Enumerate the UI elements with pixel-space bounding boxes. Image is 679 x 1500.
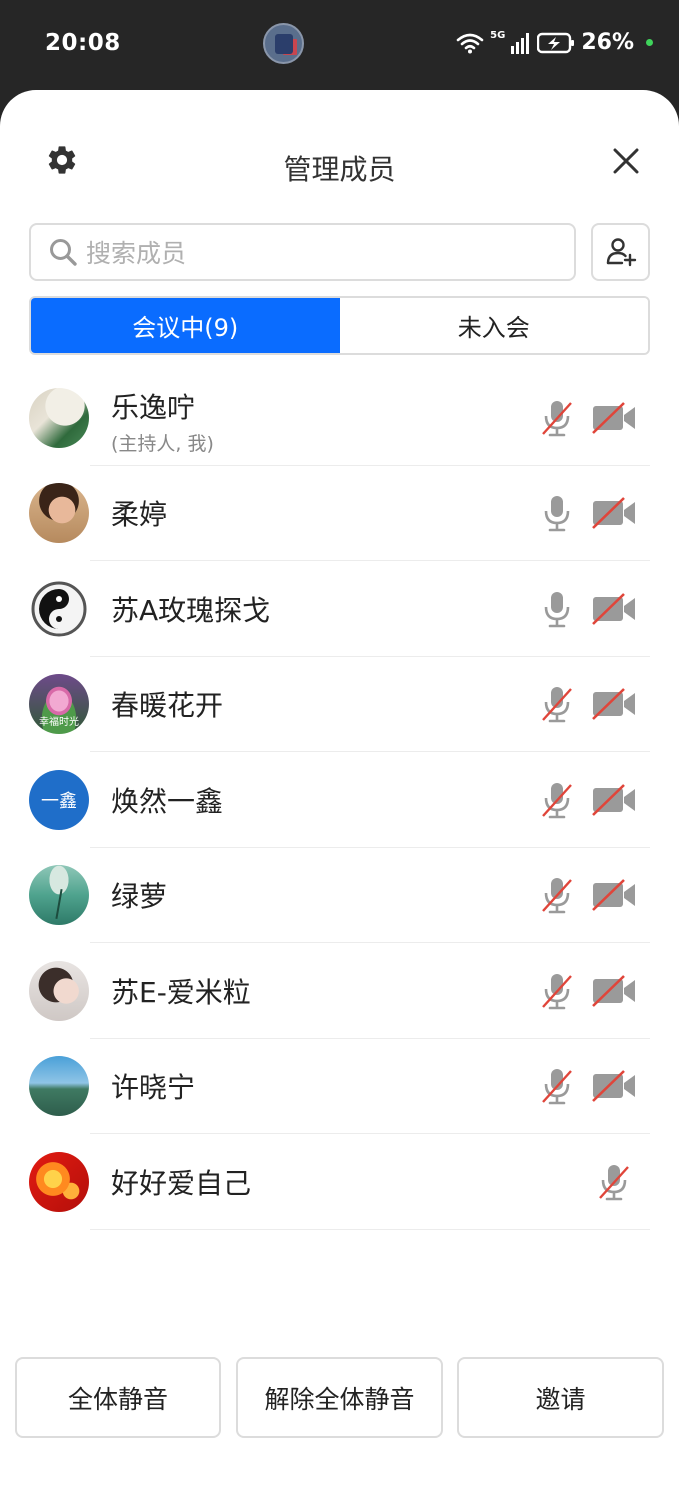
avatar: 幸福时光 [29,674,89,735]
mic-muted-icon[interactable] [538,780,576,820]
avatar [29,387,89,448]
mic-muted-icon[interactable] [538,1066,576,1106]
mic-muted-icon[interactable] [538,971,576,1011]
member-row[interactable]: 一鑫 焕然一鑫 [0,752,679,848]
member-name: 好好爱自己 [111,1166,252,1200]
row-divider [90,1228,650,1230]
yin-yang-image [31,581,87,637]
member-row[interactable]: 柔婷 [0,466,679,561]
status-bar: 20:08 5G 26% [0,0,679,88]
mic-muted-icon[interactable] [538,398,576,438]
mic-muted-icon[interactable] [538,875,576,915]
member-row[interactable]: 苏E-爱米粒 [0,943,679,1039]
member-row[interactable]: 苏A玫瑰探戈 [0,561,679,657]
add-user-icon [606,238,636,267]
invite-button[interactable]: 邀请 [457,1357,664,1438]
member-row[interactable]: 绿萝 [0,848,679,943]
network-type-label: 5G [490,30,506,41]
member-role: (主持人, 我) [111,433,214,455]
status-time: 20:08 [45,30,121,56]
mic-icon[interactable] [538,589,576,629]
app-notification-icon [263,23,304,64]
member-name: 绿萝 [111,880,168,914]
close-icon [613,148,639,174]
member-row[interactable]: 好好爱自己 [0,1134,679,1230]
mute-all-button[interactable]: 全体静音 [15,1357,221,1438]
avatar [29,960,89,1021]
member-name: 许晓宁 [111,1071,196,1105]
avatar [29,1056,89,1117]
member-row[interactable]: 幸福时光 春暖花开 [0,657,679,752]
stem-shape [55,889,63,920]
member-name: 柔婷 [111,498,168,532]
camera-off-icon[interactable] [591,592,637,626]
mic-icon[interactable] [538,493,576,533]
signal-icon [511,32,530,54]
battery-percent: 26% [581,30,634,55]
sheet-header: 管理成员 [0,90,679,200]
mic-muted-icon[interactable] [595,1162,633,1202]
camera-off-icon[interactable] [591,496,637,530]
avatar [29,578,89,639]
close-button[interactable] [608,143,644,179]
avatar: 一鑫 [29,769,89,830]
avatar [29,483,89,544]
camera-off-icon[interactable] [591,687,637,721]
avatar [29,1151,89,1212]
privacy-indicator-dot [646,39,653,46]
unmute-all-button[interactable]: 解除全体静音 [236,1357,443,1438]
tab-in-meeting[interactable]: 会议中(9) [31,298,340,353]
search-input[interactable]: 搜索成员 [29,223,576,281]
member-name: 苏E-爱米粒 [111,975,251,1009]
member-row[interactable]: 许晓宁 [0,1039,679,1134]
wifi-icon [456,33,484,53]
tab-not-joined[interactable]: 未入会 [339,298,648,353]
status-indicators: 5G 26% [456,30,653,55]
camera-off-icon[interactable] [591,783,637,817]
camera-off-icon[interactable] [591,401,637,435]
member-name: 焕然一鑫 [111,784,224,818]
member-row[interactable]: 乐逸咛 (主持人, 我) [0,370,679,466]
search-placeholder: 搜索成员 [86,239,187,268]
member-name: 乐逸咛 [111,391,196,424]
member-name: 春暖花开 [111,689,224,723]
camera-off-icon[interactable] [591,974,637,1008]
member-list: 乐逸咛 (主持人, 我) 柔婷 苏A玫瑰探戈 幸福时光 春暖花开 一鑫 焕然一鑫… [0,370,679,1230]
mic-muted-icon[interactable] [538,684,576,724]
camera-off-icon[interactable] [591,878,637,912]
search-icon [50,239,77,266]
bottom-actions: 全体静音 解除全体静音 邀请 [15,1357,664,1438]
member-tabs: 会议中(9) 未入会 [29,296,650,355]
battery-icon [537,32,575,53]
manage-members-sheet: 管理成员 搜索成员 会议中(9) 未入会 乐逸咛 (主持人, 我) 柔婷 苏A玫… [0,90,679,1500]
avatar-caption: 幸福时光 [39,717,79,729]
camera-off-icon[interactable] [591,1069,637,1103]
member-name: 苏A玫瑰探戈 [111,593,271,627]
avatar [29,865,89,926]
add-member-button[interactable] [591,223,650,281]
sheet-title: 管理成员 [283,153,396,186]
